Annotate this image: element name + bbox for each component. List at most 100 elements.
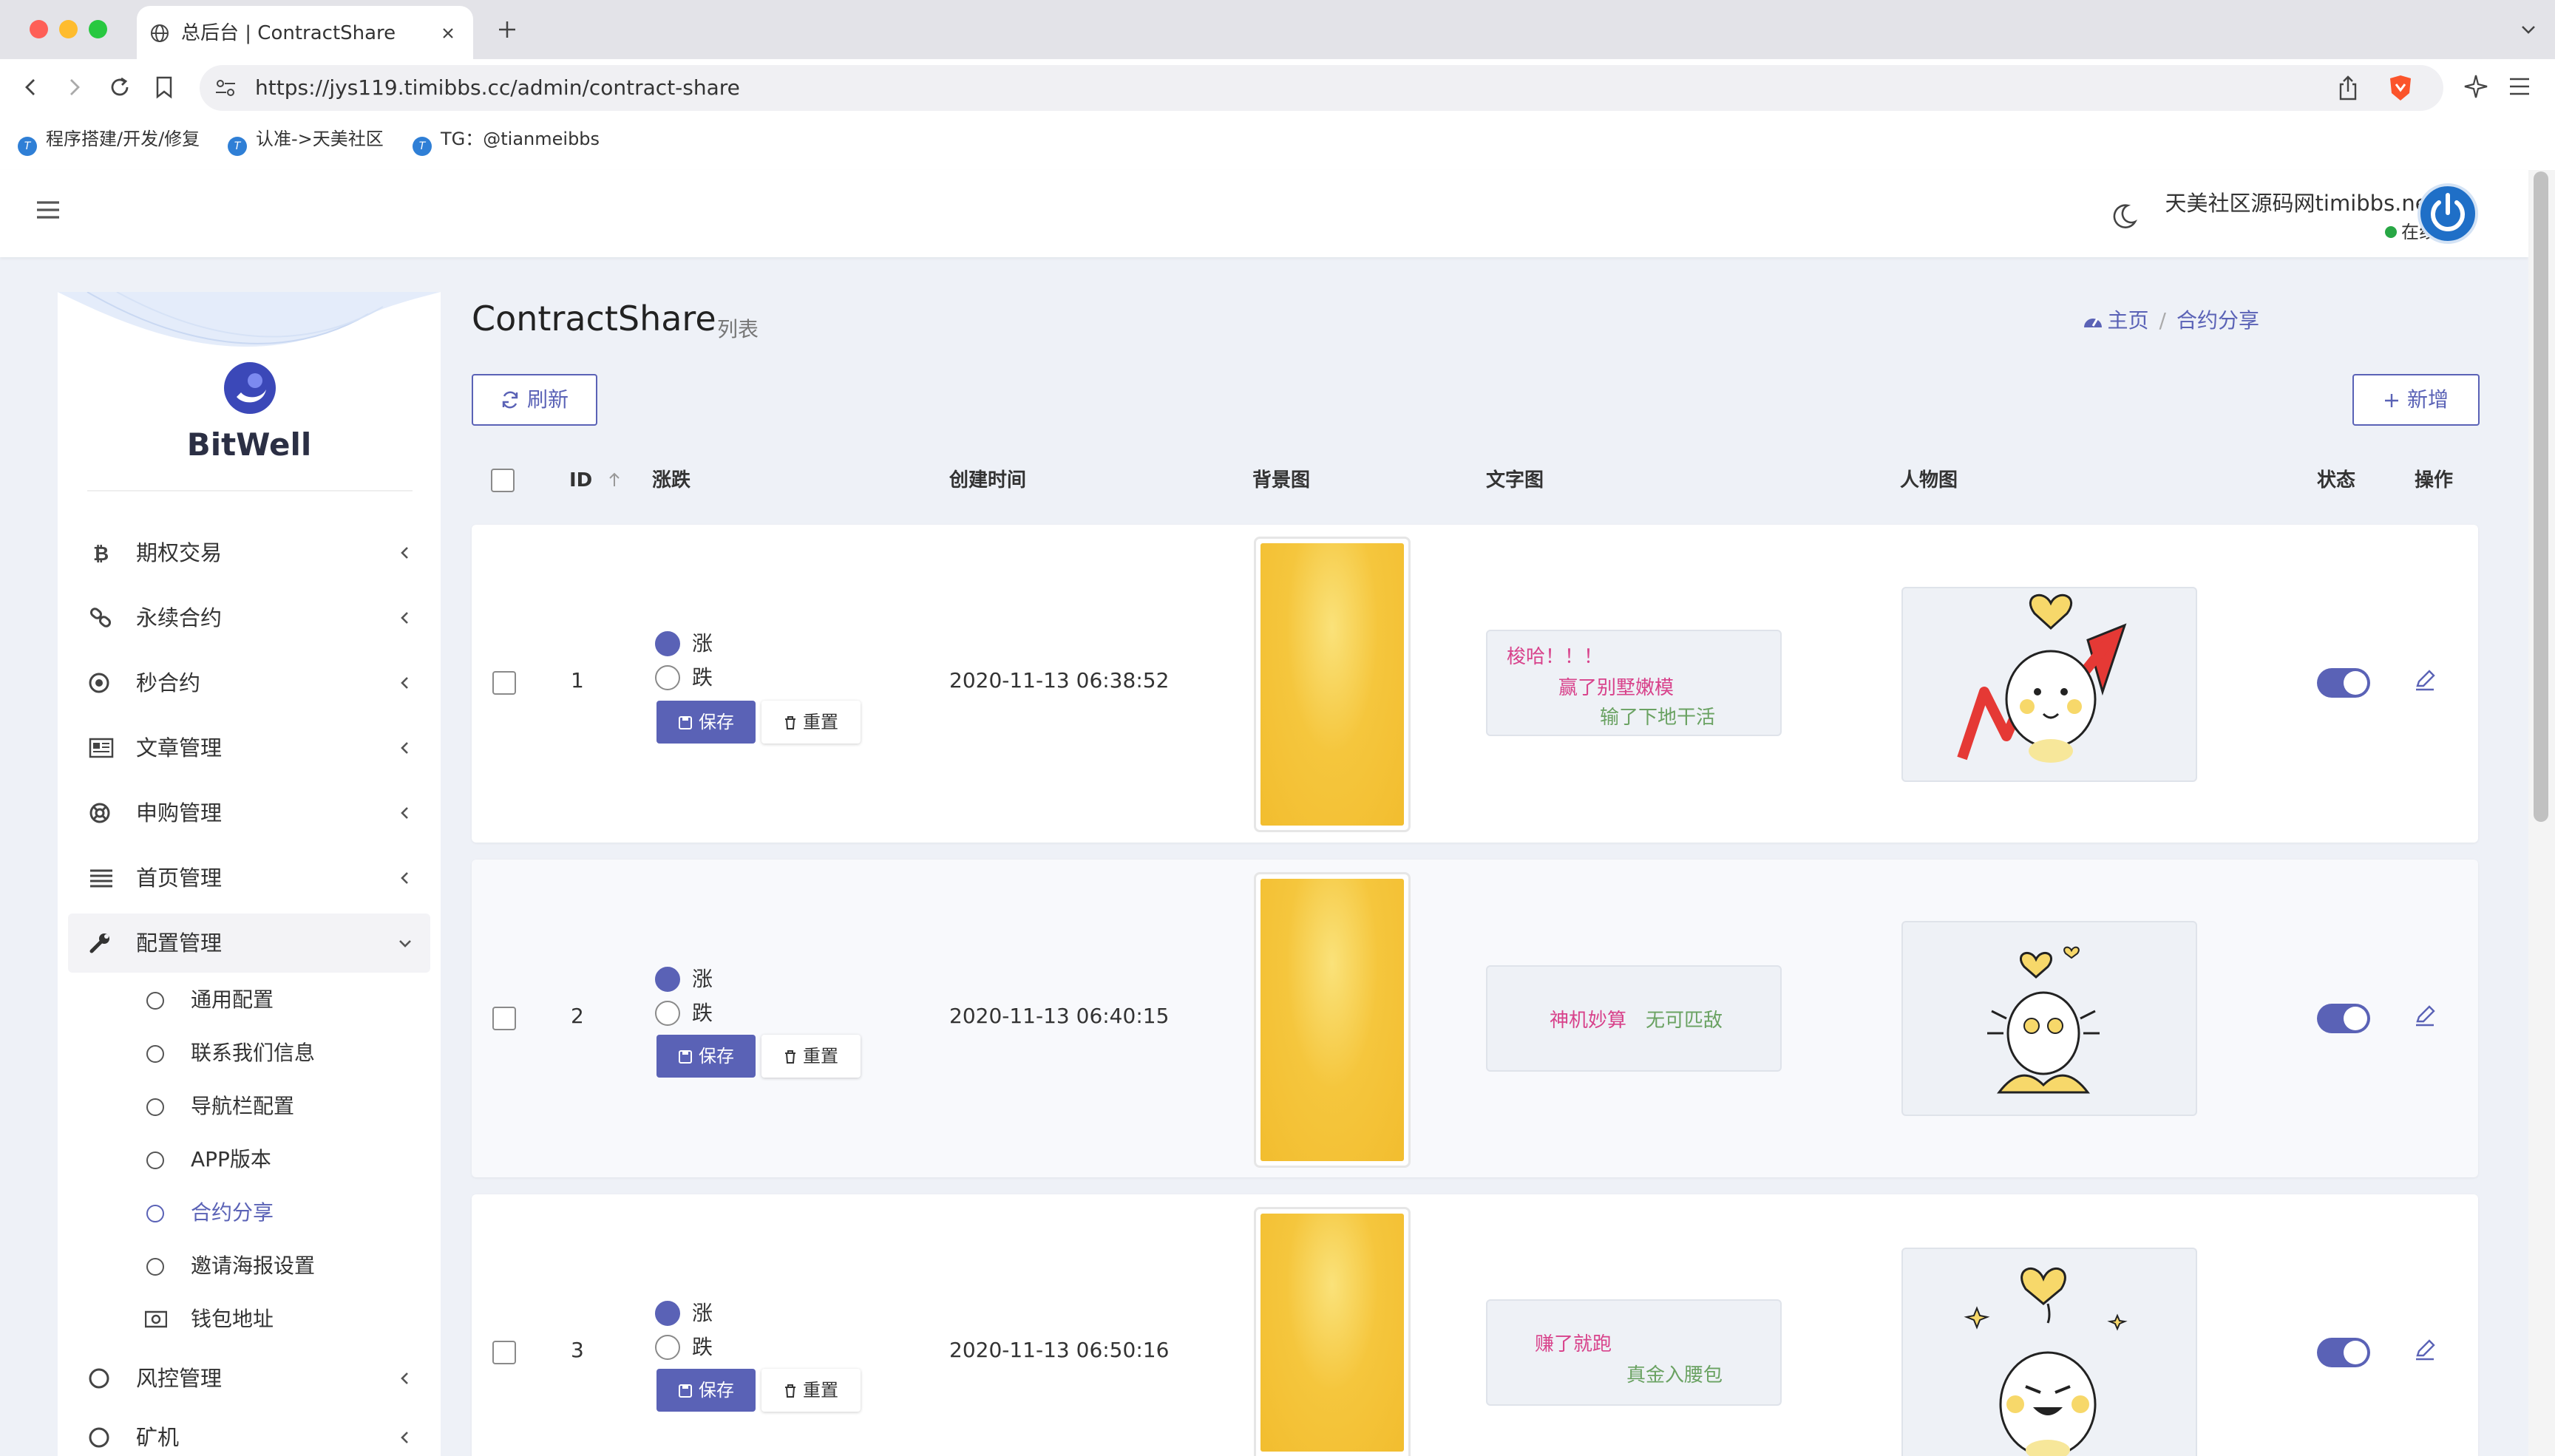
window-close-button[interactable] [30, 20, 48, 38]
share-icon[interactable] [2338, 75, 2358, 101]
breadcrumb-home-link[interactable]: 主页 [2108, 308, 2149, 333]
sidebar-subitem-contact-info[interactable]: 联系我们信息 [68, 1027, 430, 1080]
row-checkbox[interactable] [492, 1007, 516, 1030]
back-icon[interactable] [21, 77, 41, 98]
sidebar-subitem-general-config[interactable]: 通用配置 [68, 973, 430, 1027]
row-checkbox[interactable] [492, 671, 516, 695]
text-image-thumb[interactable]: 神机妙算 无可匹敌 [1486, 965, 1782, 1072]
user-name[interactable]: 天美社区源码网timibbs.net [2165, 186, 2437, 217]
trash-icon [785, 716, 795, 729]
site-settings-icon[interactable] [214, 78, 237, 98]
fall-radio[interactable] [655, 665, 680, 690]
edit-pencil-icon[interactable] [2413, 1338, 2437, 1361]
chevron-left-icon [401, 872, 408, 884]
sidebar-item-homepage-management[interactable]: 首页管理 [68, 848, 430, 908]
sidebar-item-mining-machine[interactable]: 矿机 [68, 1408, 430, 1456]
page-title: ContractShare [472, 299, 716, 339]
row-id: 1 [571, 668, 584, 693]
sidebar-subitem-invite-poster[interactable]: 邀请海报设置 [68, 1239, 430, 1293]
bookmark-icon[interactable] [154, 75, 174, 99]
rise-label: 涨 [692, 967, 713, 991]
character-image-thumb[interactable] [1901, 921, 2197, 1116]
page-subtitle: 列表 [717, 317, 759, 341]
sort-arrow-up-icon[interactable] [608, 472, 621, 488]
breadcrumb-current[interactable]: 合约分享 [2176, 308, 2259, 333]
column-header-rise-fall: 涨跌 [652, 469, 691, 491]
rise-radio[interactable] [655, 967, 680, 992]
sidebar-item-article-management[interactable]: 文章管理 [68, 718, 430, 778]
hamburger-menu-icon[interactable] [35, 200, 61, 220]
save-button[interactable]: 保存 [656, 1035, 756, 1078]
sidebar-subitem-app-version[interactable]: APP版本 [68, 1133, 430, 1186]
rise-radio[interactable] [655, 631, 680, 656]
sidebar-item-risk-management[interactable]: 风控管理 [68, 1349, 430, 1408]
window-minimize-button[interactable] [59, 20, 78, 38]
character-image-thumb[interactable] [1901, 1248, 2197, 1456]
edit-pencil-icon[interactable] [2413, 1004, 2437, 1027]
sidebar-subitem-contract-share[interactable]: 合约分享 [68, 1186, 430, 1239]
status-toggle[interactable] [2317, 1338, 2370, 1367]
new-tab-icon[interactable] [497, 19, 518, 40]
text-image-thumb[interactable]: 赚了就跑 真金入腰包 [1486, 1299, 1782, 1406]
rise-radio[interactable] [655, 1301, 680, 1326]
chevron-left-icon [401, 612, 408, 624]
fall-radio[interactable] [655, 1001, 680, 1026]
sidebar-item-subscription-management[interactable]: 申购管理 [68, 783, 430, 843]
target-icon [89, 673, 109, 693]
brand-logo-icon [224, 362, 276, 414]
background-image-thumb[interactable] [1254, 872, 1411, 1168]
mascot-arrow-illustration [1957, 593, 2127, 763]
sidebar-item-second-contract[interactable]: 秒合约 [68, 653, 430, 712]
status-toggle[interactable] [2317, 668, 2370, 698]
add-new-button[interactable]: 新增 [2352, 374, 2480, 426]
save-button[interactable]: 保存 [656, 701, 756, 744]
dark-mode-moon-icon[interactable] [2110, 203, 2138, 231]
column-header-text-image: 文字图 [1486, 469, 1544, 491]
forward-icon[interactable] [64, 77, 84, 98]
link-icon [89, 608, 112, 627]
refresh-button[interactable]: 刷新 [472, 374, 597, 426]
avatar[interactable] [2417, 183, 2478, 244]
reset-button[interactable]: 重置 [761, 701, 861, 744]
bookmark-item[interactable]: T TG：@tianmeibbs [413, 124, 600, 156]
tab-list-chevron-icon[interactable] [2520, 21, 2537, 38]
url-text[interactable]: https://jys119.timibbs.cc/admin/contract… [255, 65, 740, 111]
character-image-thumb[interactable] [1901, 587, 2197, 782]
page-scrollbar-thumb[interactable] [2534, 171, 2548, 822]
chevron-left-icon [401, 1372, 408, 1384]
window-maximize-button[interactable] [89, 20, 107, 38]
sidebar-item-options-trading[interactable]: ₿ 期权交易 [68, 523, 430, 582]
address-bar[interactable]: https://jys119.timibbs.cc/admin/contract… [200, 65, 2443, 111]
select-all-checkbox[interactable] [491, 469, 515, 492]
text-image-thumb[interactable]: 梭哈！！！ 赢了别墅嫩模 输了下地干活 [1486, 630, 1782, 736]
background-image-thumb[interactable] [1254, 537, 1411, 832]
list-icon [90, 869, 112, 888]
bookmark-item[interactable]: T 程序搭建/开发/修复 [18, 124, 200, 156]
fall-radio[interactable] [655, 1335, 680, 1360]
bookmark-item[interactable]: T 认准->天美社区 [228, 124, 384, 156]
sidebar-subitem-wallet-address[interactable]: 钱包地址 [68, 1293, 430, 1346]
background-image-thumb[interactable] [1254, 1207, 1411, 1456]
reload-icon[interactable] [108, 75, 132, 99]
sidebar-item-perpetual-contract[interactable]: 永续合约 [68, 588, 430, 647]
sidebar-item-config-management[interactable]: 配置管理 [68, 914, 430, 973]
svg-text:₿: ₿ [93, 543, 109, 564]
edit-pencil-icon[interactable] [2413, 668, 2437, 692]
reset-button[interactable]: 重置 [761, 1369, 861, 1412]
bitcoin-icon: ₿ [93, 543, 109, 564]
sparkle-icon[interactable] [2463, 74, 2488, 99]
sidebar-divider [87, 490, 413, 491]
reset-button[interactable]: 重置 [761, 1035, 861, 1078]
status-toggle[interactable] [2317, 1004, 2370, 1033]
tab-close-icon[interactable] [441, 27, 455, 40]
chevron-left-icon [401, 1432, 408, 1443]
sidebar-subitem-navbar-config[interactable]: 导航栏配置 [68, 1080, 430, 1133]
column-header-id[interactable]: ID [569, 466, 621, 495]
rise-label: 涨 [692, 1301, 713, 1325]
browser-menu-icon[interactable] [2508, 75, 2531, 98]
browser-tab[interactable]: 总后台 | ContractShare [137, 6, 473, 59]
save-button[interactable]: 保存 [656, 1369, 756, 1412]
refresh-icon [502, 391, 518, 409]
brave-shield-icon[interactable] [2388, 74, 2413, 102]
row-checkbox[interactable] [492, 1341, 516, 1364]
